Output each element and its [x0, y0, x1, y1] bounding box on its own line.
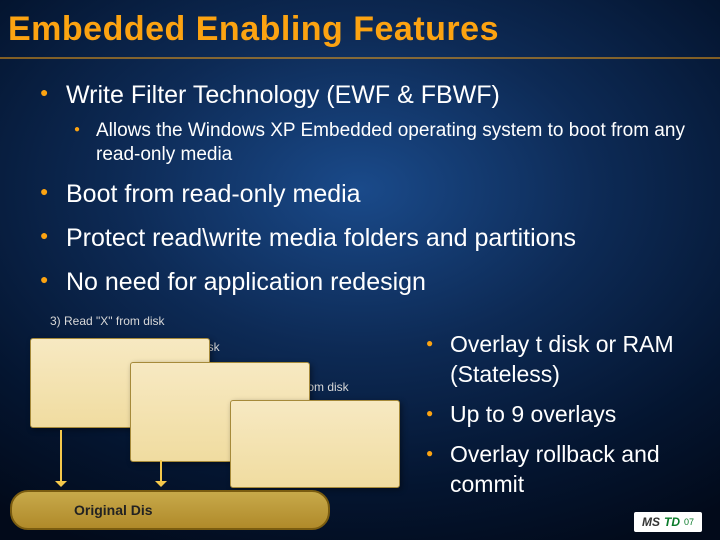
original-disk-label: Original Dis: [74, 502, 153, 518]
logo-year: 07: [684, 517, 694, 527]
right-bullet-list: Overlay t disk or RAM (Stateless) Up to …: [420, 330, 710, 499]
footer-logo: MS TD 07: [634, 512, 702, 532]
bullet-redesign: No need for application redesign: [30, 266, 690, 300]
original-disk-bar: Original Dis: [10, 490, 330, 530]
bullet-nine-overlays: Up to 9 overlays: [420, 400, 710, 430]
caption-read: 3) Read "X" from disk: [50, 314, 165, 328]
sub-bullet-allows: Allows the Windows XP Embedded operating…: [66, 119, 690, 168]
right-bullet-area: Overlay t disk or RAM (Stateless) Up to …: [420, 330, 710, 509]
slide-title: Embedded Enabling Features: [0, 0, 720, 59]
logo-ms: MS: [642, 515, 660, 529]
bullet-write-filter: Write Filter Technology (EWF & FBWF) All…: [30, 79, 690, 168]
overlay-diagram: 3) Read "X" from disk 2) Write "X" to di…: [10, 310, 405, 530]
bullet-protect: Protect read\write media folders and par…: [30, 222, 690, 256]
arrow-icon: [60, 430, 62, 485]
slide-content: Write Filter Technology (EWF & FBWF) All…: [0, 59, 720, 299]
logo-td: TD: [664, 515, 680, 529]
sub-bullet-list: Allows the Windows XP Embedded operating…: [66, 119, 690, 168]
bullet-rollback: Overlay rollback and commit: [420, 440, 710, 500]
overlay-pane-1: [230, 400, 400, 488]
bullet-text: Write Filter Technology (EWF & FBWF): [66, 81, 500, 109]
bullet-overlay-disk: Overlay t disk or RAM (Stateless): [420, 330, 710, 390]
arrow-icon: [160, 460, 162, 485]
bullet-boot: Boot from read-only media: [30, 178, 690, 212]
main-bullet-list: Write Filter Technology (EWF & FBWF) All…: [30, 79, 690, 299]
slide-root: Embedded Enabling Features Write Filter …: [0, 0, 720, 540]
